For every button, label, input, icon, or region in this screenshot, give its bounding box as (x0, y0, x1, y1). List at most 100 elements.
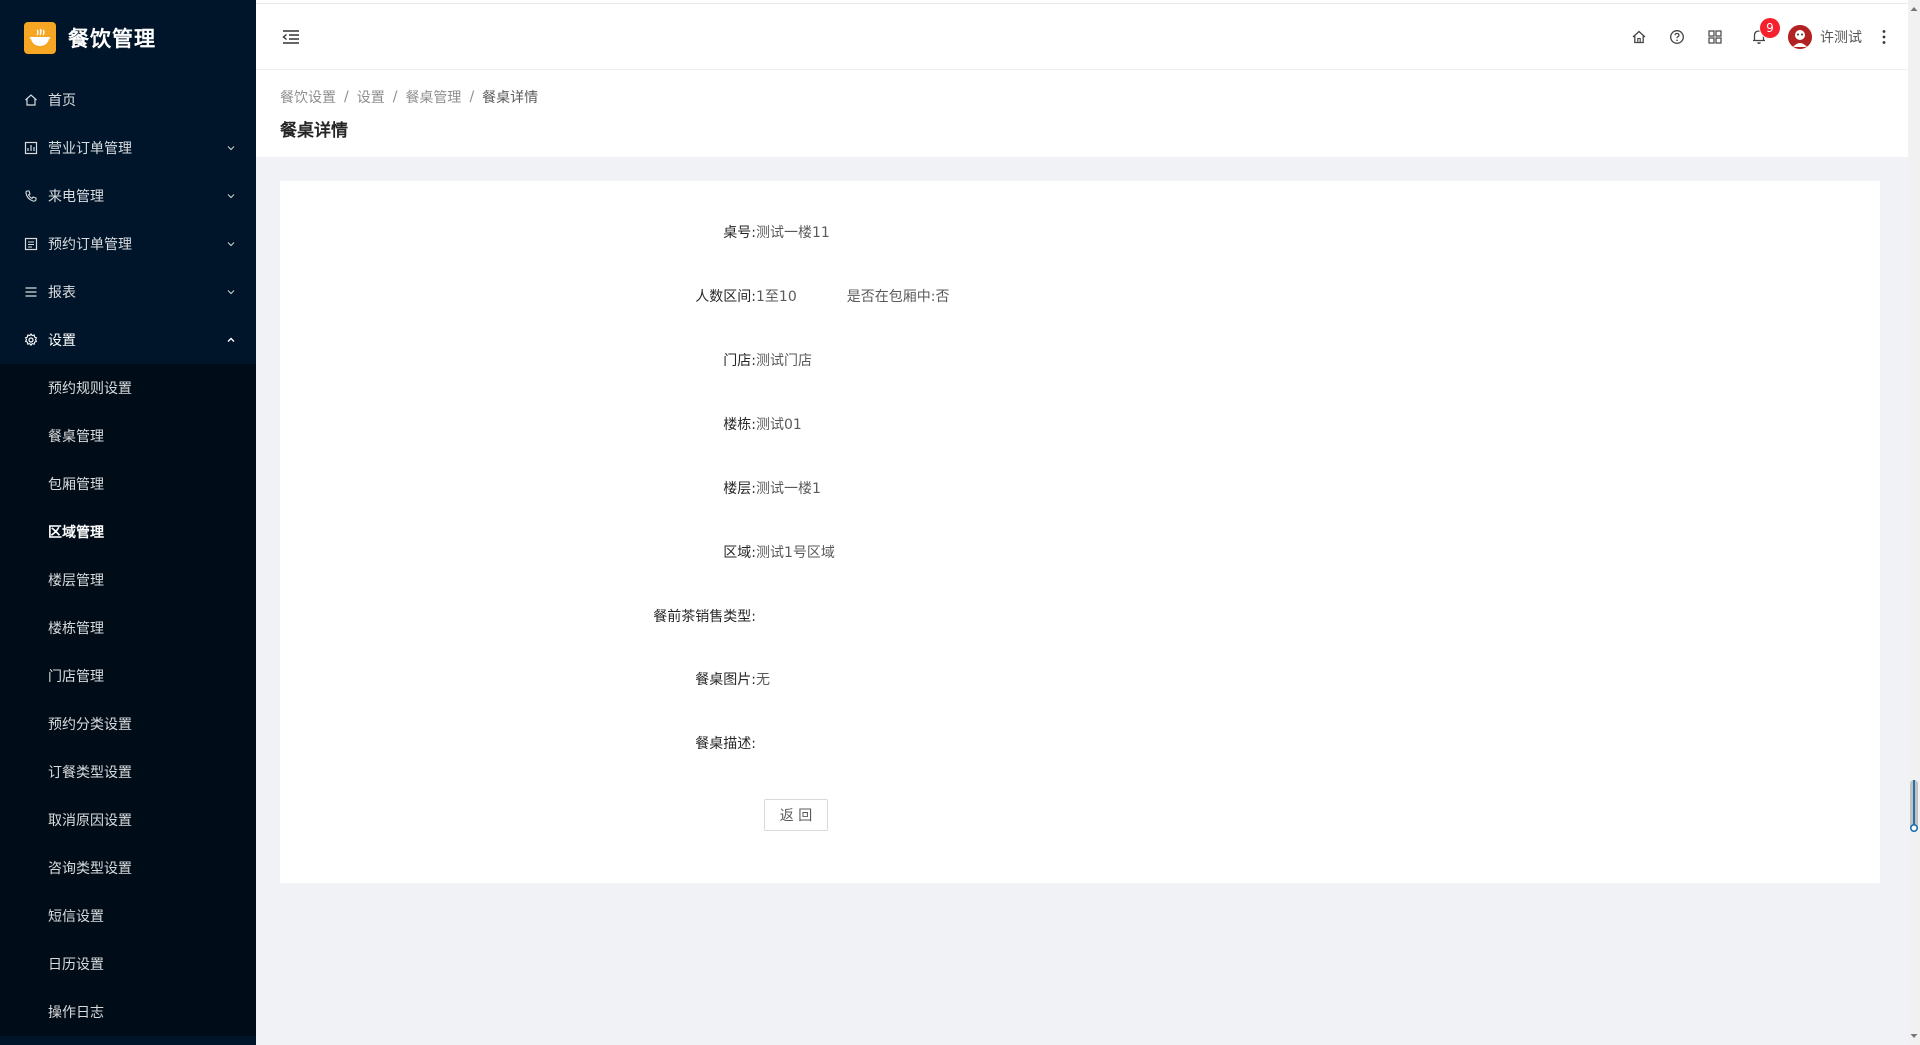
breadcrumb: 餐饮设置 / 设置 / 餐桌管理 / 餐桌详情 (280, 86, 1884, 108)
page-title: 餐桌详情 (280, 121, 348, 141)
breadcrumb-item[interactable]: 设置 (357, 87, 385, 107)
sidebar-item-reports[interactable]: 报表 (0, 268, 256, 316)
detail-row-people: 人数区间: 1至10 是否在包厢中:否 (280, 285, 949, 307)
detail-label: 餐前茶销售类型: (653, 609, 756, 625)
breadcrumb-item[interactable]: 餐饮设置 (280, 87, 336, 107)
detail-row-image: 餐桌图片: 无 (280, 668, 770, 690)
detail-label: 餐桌描述: (695, 736, 756, 752)
sidebar-item-label: 营业订单管理 (48, 141, 132, 157)
home-icon (1632, 30, 1646, 43)
scroll-up-arrow-icon[interactable] (1908, 2, 1920, 16)
appstore-icon (1708, 29, 1722, 44)
sidebar-subitem-inquiry-types[interactable]: 咨询类型设置 (0, 844, 256, 892)
detail-label: 餐桌图片: (695, 672, 756, 688)
detail-row-description: 餐桌描述: (280, 732, 756, 754)
avatar (1788, 24, 1812, 49)
detail-row-tea-type: 餐前茶销售类型: (280, 605, 756, 627)
detail-value: 测试门店 (756, 353, 812, 369)
breadcrumb-item-current: 餐桌详情 (482, 90, 539, 106)
detail-label: 区域: (723, 545, 756, 561)
sidebar-item-business-orders[interactable]: 营业订单管理 (0, 124, 256, 172)
detail-label: 楼栋: (723, 417, 756, 433)
sidebar-item-calls[interactable]: 来电管理 (0, 172, 256, 220)
sidebar-item-home[interactable]: 首页 (0, 76, 256, 124)
home-icon (24, 93, 38, 107)
question-circle-icon (1670, 29, 1684, 44)
breadcrumb-separator: / (469, 89, 475, 105)
page-scrollbar[interactable] (1908, 0, 1920, 1045)
sidebar-item-settings[interactable]: 设置 (0, 316, 256, 364)
sidebar-item-label: 首页 (48, 93, 76, 109)
phone-icon (24, 189, 38, 203)
detail-value: 无 (756, 672, 770, 688)
sidebar-subitem-reservation-rules[interactable]: 预约规则设置 (0, 364, 256, 412)
sidebar-subitem-sms-settings[interactable]: 短信设置 (0, 892, 256, 940)
menu-fold-button[interactable] (278, 24, 304, 50)
detail-value: 测试一楼11 (756, 225, 830, 241)
detail-value: 测试01 (756, 417, 802, 433)
detail-label: 桌号: (723, 225, 756, 241)
sidebar-menu: 首页 营业订单管理 来电管理 预约订单管理 报表 设置 (0, 76, 256, 364)
logo-icon (24, 22, 56, 54)
sidebar-item-label: 来电管理 (48, 189, 104, 205)
more-button[interactable] (1874, 22, 1894, 52)
detail-row-building: 楼栋: 测试01 (280, 413, 802, 435)
detail-value: 测试1号区域 (756, 545, 835, 561)
user-menu[interactable]: 许测试 (1788, 24, 1862, 49)
header-actions: 9 许测试 (1620, 17, 1908, 56)
detail-label: 门店: (723, 353, 756, 369)
sidebar-subitem-cancel-reasons[interactable]: 取消原因设置 (0, 796, 256, 844)
sidebar-item-label: 预约订单管理 (48, 237, 132, 253)
detail-row-table-no: 桌号: 测试一楼11 (280, 221, 830, 243)
settings-submenu: 预约规则设置 餐桌管理 包厢管理 区域管理 楼层管理 楼栋管理 门店管理 预约分… (0, 364, 256, 1036)
chevron-up-icon (226, 335, 236, 345)
back-button[interactable]: 返 回 (764, 799, 828, 831)
sidebar-subitem-order-types[interactable]: 订餐类型设置 (0, 748, 256, 796)
sidebar-item-label: 设置 (48, 333, 76, 349)
detail-value: 1至10 (756, 289, 797, 305)
reservation-icon (24, 237, 38, 251)
sidebar-subitem-floor-management[interactable]: 楼层管理 (0, 556, 256, 604)
page-header: 餐饮设置 / 设置 / 餐桌管理 / 餐桌详情 餐桌详情 (256, 70, 1908, 157)
scroll-down-arrow-icon[interactable] (1908, 1029, 1920, 1043)
sidebar-subitem-reservation-categories[interactable]: 预约分类设置 (0, 700, 256, 748)
app-title: 餐饮管理 (68, 27, 156, 51)
notification-button[interactable]: 9 (1740, 17, 1780, 56)
detail-row-area: 区域: 测试1号区域 (280, 541, 835, 563)
sidebar-subitem-operation-log[interactable]: 操作日志 (0, 988, 256, 1036)
order-icon (24, 141, 38, 155)
sidebar-item-reservations[interactable]: 预约订单管理 (0, 220, 256, 268)
sidebar-subitem-table-management[interactable]: 餐桌管理 (0, 412, 256, 460)
breadcrumb-separator: / (344, 89, 349, 105)
help-button[interactable] (1658, 18, 1696, 56)
detail-row-floor: 楼层: 测试一楼1 (280, 477, 821, 499)
scroll-position-indicator (1909, 780, 1919, 832)
home-button[interactable] (1620, 18, 1658, 56)
sidebar-subitem-area-management[interactable]: 区域管理 (0, 508, 256, 556)
sidebar-subitem-calendar-settings[interactable]: 日历设置 (0, 940, 256, 988)
sidebar-subitem-building-management[interactable]: 楼栋管理 (0, 604, 256, 652)
more-vertical-icon (1882, 29, 1886, 44)
menu-fold-icon (282, 29, 299, 44)
apps-button[interactable] (1696, 18, 1734, 56)
user-name: 许测试 (1820, 29, 1862, 46)
sidebar: 餐饮管理 首页 营业订单管理 来电管理 预约订单管理 报表 设置 预约规则设置 … (0, 0, 256, 1045)
breadcrumb-item[interactable]: 餐桌管理 (405, 87, 461, 107)
detail-value: 测试一楼1 (756, 481, 821, 497)
sidebar-subitem-private-rooms[interactable]: 包厢管理 (0, 460, 256, 508)
chevron-down-icon (226, 143, 236, 153)
detail-label: 楼层: (723, 481, 756, 497)
report-icon (24, 285, 38, 299)
chevron-down-icon (226, 239, 236, 249)
detail-label: 人数区间: (695, 289, 756, 305)
detail-row-store: 门店: 测试门店 (280, 349, 812, 371)
chevron-down-icon (226, 287, 236, 297)
notification-badge: 9 (1760, 17, 1780, 38)
gear-icon (24, 333, 38, 347)
logo[interactable]: 餐饮管理 (0, 0, 256, 76)
detail-card: 桌号: 测试一楼11 人数区间: 1至10 是否在包厢中:否 门店: 测试门店 … (280, 181, 1880, 883)
sidebar-item-label: 报表 (48, 285, 76, 301)
sidebar-subitem-store-management[interactable]: 门店管理 (0, 652, 256, 700)
detail-in-room: 是否在包厢中:否 (846, 289, 950, 305)
user-avatar-icon (1788, 24, 1812, 49)
